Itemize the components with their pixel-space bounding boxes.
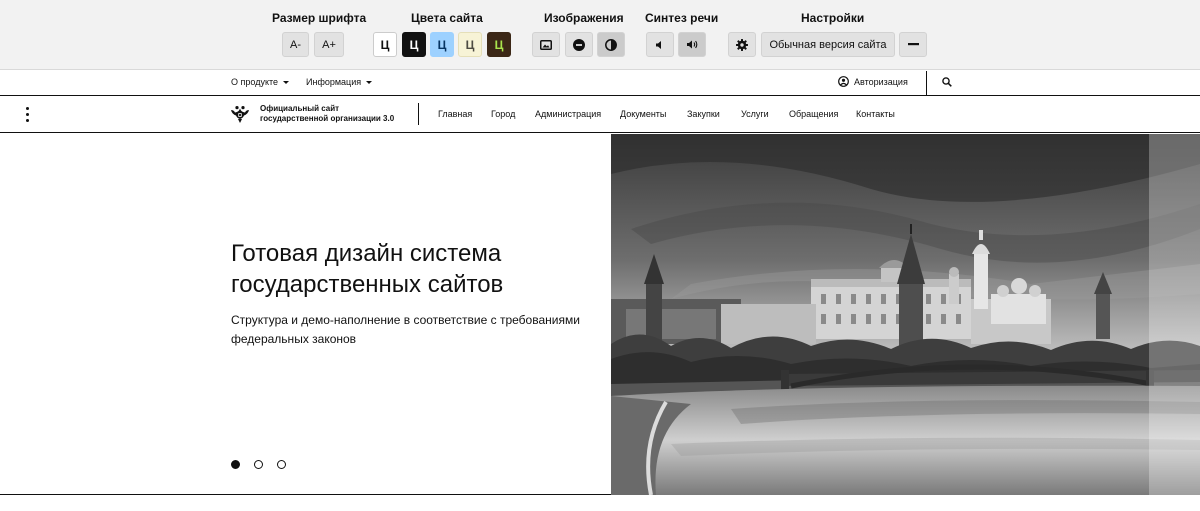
contrast-icon <box>605 38 617 51</box>
login-link[interactable]: Авторизация <box>838 76 908 87</box>
color-scheme-beige-button[interactable]: Ц <box>458 32 482 57</box>
speech-on-button[interactable] <box>678 32 706 57</box>
nav-item-services[interactable]: Услуги <box>741 109 769 119</box>
color-scheme-white-button[interactable]: Ц <box>373 32 397 57</box>
information-label: Информация <box>306 77 362 87</box>
site-name-line1: Официальный сайт <box>260 104 340 113</box>
color-scheme-black-button[interactable]: Ц <box>402 32 426 57</box>
slider-dot-3[interactable] <box>277 460 286 469</box>
about-product-label: О продукте <box>231 77 279 87</box>
slider-dot-1[interactable] <box>231 460 240 469</box>
settings-button[interactable] <box>728 32 756 57</box>
images-off-button[interactable] <box>565 32 593 57</box>
slider-dot-2[interactable] <box>254 460 263 469</box>
about-product-dropdown[interactable]: О продукте <box>231 77 290 87</box>
utility-divider <box>926 71 927 96</box>
chevron-down-icon <box>283 80 290 84</box>
collapse-panel-button[interactable] <box>899 32 927 57</box>
images-on-button[interactable] <box>532 32 560 57</box>
nav-item-procurement[interactable]: Закупки <box>687 109 720 119</box>
speaker-off-icon <box>656 40 661 49</box>
color-scheme-brown-button[interactable]: Ц <box>487 32 511 57</box>
hero-title-line2: государственных сайтов <box>231 271 504 298</box>
nav-item-home[interactable]: Главная <box>438 109 472 119</box>
chevron-down-icon <box>366 80 373 84</box>
hero-subtitle: Структура и демо-наполнение в соответств… <box>231 311 591 349</box>
menu-dots-icon[interactable] <box>24 106 32 122</box>
logo-divider <box>418 103 419 125</box>
nav-item-city[interactable]: Город <box>491 109 515 119</box>
speech-off-button[interactable] <box>646 32 674 57</box>
accessibility-panel: Размер шрифта A- A+ Цвета сайта Ц Ц Ц Ц … <box>0 0 1200 70</box>
hero-title: Готовая дизайн система государственных с… <box>231 238 591 300</box>
hero-subtitle-line1: Структура и демо-наполнение в соответств… <box>231 313 580 327</box>
color-scheme-blue-button[interactable]: Ц <box>430 32 454 57</box>
user-circle-icon <box>838 76 849 87</box>
nav-item-contacts[interactable]: Контакты <box>856 109 895 119</box>
speaker-on-icon <box>686 40 697 49</box>
site-name[interactable]: Официальный сайт государственной организ… <box>260 104 394 124</box>
image-icon <box>540 39 552 50</box>
colors-title: Цвета сайта <box>411 11 483 25</box>
information-dropdown[interactable]: Информация <box>306 77 373 87</box>
main-header: Официальный сайт государственной организ… <box>0 96 1200 133</box>
coat-of-arms-icon <box>231 106 249 123</box>
minus-circle-icon <box>573 38 585 51</box>
hero-title-line1: Готовая дизайн система <box>231 240 502 267</box>
search-icon <box>942 77 952 87</box>
gear-icon <box>736 38 748 51</box>
utility-bar: О продукте Информация Авторизация <box>0 71 1200 96</box>
login-label: Авторизация <box>854 76 908 87</box>
images-title: Изображения <box>544 11 624 25</box>
hero-image-kremlin <box>611 134 1200 495</box>
hero-subtitle-line2: федеральных законов <box>231 332 357 346</box>
search-button[interactable] <box>942 77 952 87</box>
nav-item-appeals[interactable]: Обращения <box>789 109 838 119</box>
settings-title: Настройки <box>801 11 865 25</box>
font-decrease-button[interactable]: A- <box>282 32 309 57</box>
font-size-title: Размер шрифта <box>272 11 367 25</box>
regular-version-button[interactable]: Обычная версия сайта <box>761 32 895 57</box>
minus-icon <box>907 43 919 46</box>
site-name-line2: государственной организации 3.0 <box>260 114 395 123</box>
font-increase-button[interactable]: A+ <box>314 32 344 57</box>
images-grayscale-button[interactable] <box>597 32 625 57</box>
hero-slider: Готовая дизайн система государственных с… <box>0 134 1200 495</box>
nav-item-documents[interactable]: Документы <box>620 109 666 119</box>
speech-title: Синтез речи <box>645 11 719 25</box>
nav-item-administration[interactable]: Администрация <box>535 109 601 119</box>
